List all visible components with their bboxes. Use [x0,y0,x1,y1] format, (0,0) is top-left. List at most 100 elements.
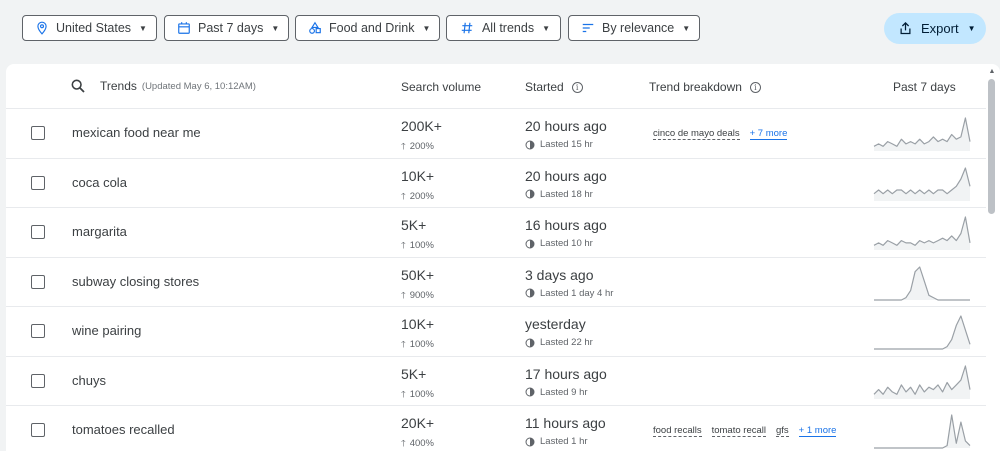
info-icon[interactable]: i [571,81,583,93]
duration-clock-icon [525,387,535,397]
started-value: 3 days ago [525,266,594,283]
more-breakdown-link[interactable]: + 7 more [749,128,788,140]
table-row[interactable]: margarita 5K+ 🡑 100% 16 hours ago Lasted 10 h… [6,208,986,258]
header-started-label: Started [525,80,564,94]
breakdown-chip[interactable]: tomato recall [711,425,766,437]
lasted-duration: Lasted 15 hr [525,139,593,150]
hashtag-icon [459,20,475,36]
trend-name[interactable]: mexican food near me [72,125,201,140]
sparkline-area [874,266,970,300]
header-started[interactable]: Started i [525,80,583,94]
started-value: 16 hours ago [525,217,607,233]
table-row[interactable]: chuys 5K+ 🡑 100% 17 hours ago Lasted 9 hr [6,357,986,406]
trend-name[interactable]: tomatoes recalled [72,422,175,437]
caret-down-icon: ▼ [967,24,976,33]
location-filter[interactable]: United States ▼ [22,15,157,41]
table-row[interactable]: subway closing stores 50K+ 🡑 900% 3 days ago… [6,258,986,307]
table-row[interactable]: mexican food near me 200K+ 🡑 200% 20 hours a… [6,109,986,159]
search-volume-value: 20K+ [401,415,435,431]
volume-increase-value: 200% [409,190,434,202]
volume-increase: 🡑 100% [401,238,434,254]
lasted-duration: Lasted 18 hr [525,189,593,200]
calendar-icon [177,20,191,36]
row-checkbox[interactable] [31,126,45,140]
breakdown-chip[interactable]: gfs [775,425,789,437]
search-volume-value: 50K+ [401,266,435,283]
location-filter-label: United States [56,21,132,35]
sparkline-area [874,365,970,399]
scroll-up-arrow-icon[interactable]: ▲ [988,68,996,76]
volume-increase: 🡑 100% [401,337,434,353]
sparkline-area [874,316,970,349]
breakdown-chip[interactable]: cinco de mayo deals [653,128,740,140]
row-checkbox[interactable] [31,324,45,338]
lasted-value: Lasted 18 hr [540,188,593,200]
category-filter[interactable]: Food and Drink ▼ [295,15,440,41]
info-icon[interactable]: i [749,81,761,93]
started-value: 17 hours ago [525,365,607,382]
trend-name[interactable]: coca cola [72,175,127,190]
table-row[interactable]: wine pairing 10K+ 🡑 100% yesterday Lasted 22 … [6,307,986,357]
sparkline-chart [874,414,971,449]
search-volume-value: 5K+ [401,217,427,233]
location-pin-icon [35,20,49,36]
volume-increase: 🡑 400% [401,436,434,451]
category-filter-label: Food and Drink [329,21,415,35]
more-breakdown-link[interactable]: + 1 more [798,425,837,437]
trend-breakdown: cinco de mayo deals + 7 more [653,128,788,140]
row-checkbox[interactable] [31,373,45,388]
started-value: 11 hours ago [525,415,606,431]
duration-clock-icon [525,288,535,298]
header-trends-column: Trends (Updated May 6, 10:12AM) [70,78,256,94]
started-value: 20 hours ago [525,118,607,134]
arrow-up-icon: 🡑 [401,141,406,151]
trend-name[interactable]: chuys [72,373,106,388]
arrow-up-icon: 🡑 [401,289,406,300]
lasted-duration: Lasted 1 hr [525,436,588,447]
volume-increase: 🡑 100% [401,387,434,403]
header-trends-label: Trends [100,79,137,93]
lasted-value: Lasted 10 hr [540,238,593,249]
row-checkbox[interactable] [31,175,45,190]
header-search-volume[interactable]: Search volume [401,80,481,94]
header-past-days: Past 7 days [893,80,956,94]
arrow-up-icon: 🡑 [401,388,406,399]
export-button[interactable]: Export ▼ [884,13,986,44]
table-row[interactable]: coca cola 10K+ 🡑 200% 20 hours ago Lasted 18 … [6,159,986,208]
trend-name[interactable]: margarita [72,224,127,239]
started-value: yesterday [525,316,586,332]
trend-name[interactable]: subway closing stores [72,274,199,289]
started-value: 20 hours ago [525,167,607,184]
row-checkbox[interactable] [31,225,45,239]
category-shapes-icon [308,20,322,36]
breakdown-chip[interactable]: food recalls [653,425,702,437]
sparkline-chart [874,265,970,301]
filter-bar: United States ▼ Past 7 days ▼ Food and D… [0,0,1000,55]
duration-clock-icon [525,239,535,249]
sparkline-chart [874,315,971,350]
trend-name[interactable]: wine pairing [72,323,141,338]
volume-increase-value: 100% [409,388,434,400]
sparkline-chart [873,166,971,201]
time-filter[interactable]: Past 7 days ▼ [164,15,289,41]
volume-increase: 🡑 200% [401,189,434,205]
scrollbar-thumb[interactable] [988,79,995,214]
duration-clock-icon [525,189,535,199]
sort-filter-label: By relevance [602,21,675,35]
row-checkbox[interactable] [31,423,45,437]
table-row[interactable]: tomatoes recalled 20K+ 🡑 400% 11 hours ago La… [6,406,986,451]
lasted-duration: Lasted 22 hr [525,337,593,348]
search-icon[interactable] [70,78,86,94]
export-label: Export [921,21,959,36]
trends-filter[interactable]: All trends ▼ [446,15,561,41]
sort-filter[interactable]: By relevance ▼ [568,15,700,41]
arrow-up-icon: 🡑 [401,190,406,201]
caret-down-icon: ▼ [271,23,280,33]
volume-increase-value: 400% [409,438,434,449]
caret-down-icon: ▼ [542,23,550,33]
row-checkbox[interactable] [31,274,45,289]
duration-clock-icon [525,437,535,447]
lasted-value: Lasted 15 hr [540,139,593,150]
lasted-value: Lasted 9 hr [540,386,588,398]
trends-table: Trends (Updated May 6, 10:12AM) Search v… [6,64,1000,451]
